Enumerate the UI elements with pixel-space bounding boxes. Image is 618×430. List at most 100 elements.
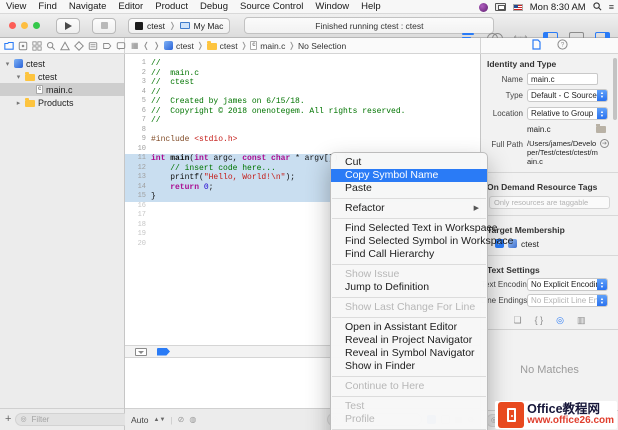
breakpoint-navigator-icon[interactable] [102,41,112,51]
line-number[interactable]: 5 [125,97,151,107]
disclosure-triangle[interactable]: ▸ [15,99,22,107]
project-navigator-icon[interactable] [4,41,14,51]
context-menu-item-reveal-in-symbol-navigator[interactable]: Reveal in Symbol Navigator [331,347,487,360]
choose-folder-icon[interactable] [596,126,606,133]
file-name-field[interactable] [527,73,598,85]
context-menu-item-find-call-hierarchy[interactable]: Find Call Hierarchy [331,248,487,261]
context-menu-item-find-selected-text-in-workspace[interactable]: Find Selected Text in Workspace [331,222,487,235]
object-library-icon[interactable]: ◎ [556,316,564,325]
close-window-button[interactable] [9,22,16,29]
text-encoding-dropdown[interactable]: No Explicit Encoding ▲▼ [527,278,608,291]
file-type-dropdown[interactable]: Default - C Source ▲▼ [527,89,608,102]
line-number[interactable]: 19 [125,230,151,240]
stop-button[interactable] [92,18,116,34]
line-number[interactable]: 3 [125,78,151,88]
menu-view[interactable]: View [6,1,26,12]
line-number[interactable]: 17 [125,211,151,221]
test-navigator-icon[interactable] [74,41,84,51]
navigator-item-ctest[interactable]: ▾ctest [0,70,124,83]
menu-window[interactable]: Window [315,1,349,12]
breadcrumb-item-main-c[interactable]: main.c [250,41,285,51]
line-number[interactable]: 18 [125,221,151,231]
breadcrumb-item-ctest[interactable]: ctest [164,41,194,51]
context-menu-item-show-in-finder[interactable]: Show in Finder [331,360,487,373]
issue-navigator-icon[interactable] [60,41,70,51]
info-icon[interactable]: ◍ [189,416,196,424]
line-number[interactable]: 6 [125,107,151,117]
hide-debug-area-icon[interactable] [135,348,147,356]
context-menu-item-reveal-in-project-navigator[interactable]: Reveal in Project Navigator [331,334,487,347]
line-number[interactable]: 14 [125,183,151,193]
debug-navigator-icon[interactable] [88,41,98,51]
disclosure-triangle[interactable]: ▾ [15,73,22,81]
displays-icon[interactable] [495,3,506,11]
code-line-5[interactable]: 5// Created by james on 6/15/18. [125,97,480,107]
quick-help-inspector-tab[interactable]: ? [557,37,568,55]
spotlight-search-icon[interactable] [593,2,602,13]
location-dropdown[interactable]: Relative to Group ▲▼ [527,107,608,120]
context-menu-item-paste[interactable]: Paste [331,182,487,195]
notification-center-icon[interactable]: ≡ [609,3,614,12]
context-menu-item-find-selected-symbol-in-workspace[interactable]: Find Selected Symbol in Workspace [331,235,487,248]
line-number[interactable]: 11 [125,154,151,164]
menu-editor[interactable]: Editor [118,1,143,12]
code-line-7[interactable]: 7// [125,116,480,126]
minimize-window-button[interactable] [21,22,28,29]
zoom-window-button[interactable] [33,22,40,29]
menu-source-control[interactable]: Source Control [240,1,303,12]
menu-product[interactable]: Product [155,1,188,12]
breakpoints-toggle-icon[interactable] [157,348,170,356]
code-snippet-library-icon[interactable]: { } [535,316,544,325]
code-line-1[interactable]: 1// [125,59,480,69]
breadcrumb-item-no-selection[interactable]: No Selection [298,41,346,51]
line-number[interactable]: 4 [125,88,151,98]
related-items-icon[interactable]: ▦ [131,41,139,50]
line-number[interactable]: 9 [125,135,151,145]
line-number[interactable]: 1 [125,59,151,69]
menu-bar-clock[interactable]: Mon 8:30 AM [530,2,586,13]
go-forward-button[interactable]: ❭ [153,41,160,50]
run-button[interactable] [56,18,80,34]
media-library-icon[interactable]: ▥ [577,316,586,325]
menu-navigate[interactable]: Navigate [69,1,107,12]
status-app-icon[interactable] [479,3,488,12]
inspector-scrollbar[interactable] [613,58,617,120]
add-item-button[interactable]: + [5,414,11,425]
source-control-navigator-icon[interactable] [18,41,28,51]
line-number[interactable]: 20 [125,240,151,250]
line-endings-dropdown[interactable]: No Explicit Line Endings ▲▼ [527,294,608,307]
open-in-finder-arrow-icon[interactable]: ➔ [600,139,609,148]
context-menu-item-open-in-assistant-editor[interactable]: Open in Assistant Editor [331,321,487,334]
code-line-6[interactable]: 6// Copyright © 2018 onenotegem. All rig… [125,107,480,117]
navigator-item-products[interactable]: ▸Products [0,96,124,109]
code-line-8[interactable]: 8 [125,126,480,136]
line-number[interactable]: 7 [125,116,151,126]
line-number[interactable]: 10 [125,145,151,155]
file-inspector-tab[interactable] [532,37,541,55]
line-number[interactable]: 15 [125,192,151,202]
line-number[interactable]: 13 [125,173,151,183]
symbol-navigator-icon[interactable] [32,41,42,51]
variables-view-scope[interactable]: Auto [131,415,149,425]
scheme-selector[interactable]: ctest ❭ My Mac [128,18,230,34]
context-menu-item-cut[interactable]: Cut [331,156,487,169]
line-number[interactable]: 12 [125,164,151,174]
context-menu-item-jump-to-definition[interactable]: Jump to Definition [331,281,487,294]
menu-find[interactable]: Find [38,1,56,12]
file-template-library-icon[interactable]: ❏ [514,316,522,325]
input-source-flag-icon[interactable] [513,4,523,11]
disclosure-triangle[interactable]: ▾ [4,60,11,68]
code-line-2[interactable]: 2// main.c [125,69,480,79]
go-back-button[interactable]: ❬ [143,41,150,50]
code-line-3[interactable]: 3// ctest [125,78,480,88]
menu-debug[interactable]: Debug [200,1,228,12]
menu-help[interactable]: Help [361,1,381,12]
line-number[interactable]: 8 [125,126,151,136]
navigator-item-main-c[interactable]: main.c [0,83,124,96]
find-navigator-icon[interactable] [46,41,56,51]
flag-filter-icon[interactable]: ⊘ [178,416,185,424]
breadcrumb-item-ctest[interactable]: ctest [207,41,238,51]
navigator-item-ctest[interactable]: ▾ctest [0,57,124,70]
line-number[interactable]: 16 [125,202,151,212]
context-menu-item-copy-symbol-name[interactable]: Copy Symbol Name [331,169,487,182]
